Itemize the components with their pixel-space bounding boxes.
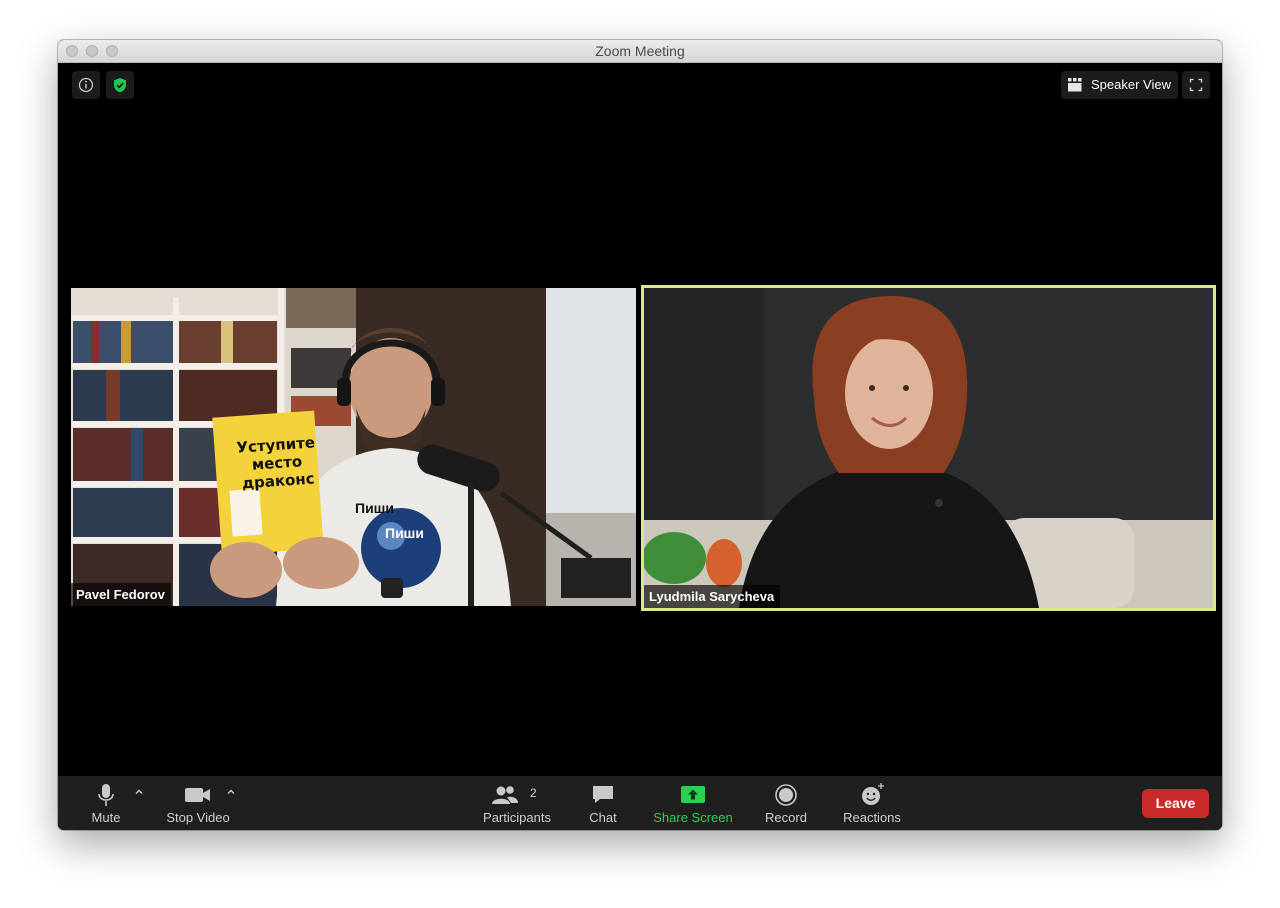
smiley-plus-icon [862, 783, 884, 805]
chat-label: Chat [589, 810, 617, 825]
chevron-up-icon[interactable] [225, 786, 237, 798]
participant-name-tag: Pavel Fedorov [71, 583, 171, 606]
reactions-label: Reactions [843, 810, 901, 825]
participants-label: Participants [483, 810, 551, 825]
grid-view-icon [1068, 78, 1082, 92]
chat-button[interactable]: Chat [583, 776, 623, 830]
meeting-stage: Speaker View Уступите место драконс Пиши… [58, 63, 1222, 776]
meeting-controls-toolbar: Mute Stop Video 2 Participants Chat Shar… [58, 776, 1222, 830]
participant-video [71, 288, 636, 606]
record-label: Record [765, 810, 807, 825]
leave-meeting-button[interactable]: Leave [1142, 789, 1209, 818]
shirt-text: Пиши [355, 500, 394, 516]
participant-video-tile[interactable]: Уступите место драконс Пиши Пиши Pavel F… [71, 288, 636, 606]
video-camera-icon [185, 788, 210, 802]
participant-video [644, 288, 1213, 608]
window-title: Zoom Meeting [595, 43, 685, 59]
meeting-info-button[interactable] [72, 71, 100, 99]
shield-check-icon [114, 78, 126, 93]
zoom-window: Zoom Meeting Speaker View Уступите место… [58, 40, 1222, 830]
stop-video-button[interactable]: Stop Video [162, 776, 234, 830]
reactions-button[interactable]: Reactions [842, 776, 902, 830]
stop-video-label: Stop Video [166, 810, 230, 825]
mute-label: Mute [91, 810, 121, 825]
info-icon [78, 77, 94, 93]
encryption-shield-button[interactable] [106, 71, 134, 99]
share-screen-icon [681, 786, 705, 803]
record-icon [775, 784, 797, 806]
participants-icon [492, 786, 519, 804]
fullscreen-icon [1189, 78, 1203, 92]
participant-name-tag: Lyudmila Sarycheva [644, 585, 781, 608]
participants-count: 2 [530, 786, 537, 800]
record-button[interactable]: Record [761, 776, 811, 830]
participants-button[interactable]: 2 Participants [478, 776, 556, 830]
chat-bubble-icon [593, 786, 613, 803]
mute-button[interactable]: Mute [78, 776, 134, 830]
share-screen-button[interactable]: Share Screen [652, 776, 734, 830]
speaker-view-button[interactable]: Speaker View [1061, 71, 1178, 99]
fullscreen-button[interactable] [1182, 71, 1210, 99]
title-bar: Zoom Meeting [58, 40, 1222, 63]
share-screen-label: Share Screen [653, 810, 733, 825]
microphone-icon [98, 784, 114, 806]
book-title: Уступите место драконс [229, 433, 325, 493]
shirt-text: Пиши [385, 525, 424, 541]
speaker-view-label: Speaker View [1091, 77, 1171, 92]
chevron-up-icon[interactable] [133, 786, 145, 798]
active-speaker-video-tile[interactable]: Lyudmila Sarycheva [641, 285, 1216, 611]
